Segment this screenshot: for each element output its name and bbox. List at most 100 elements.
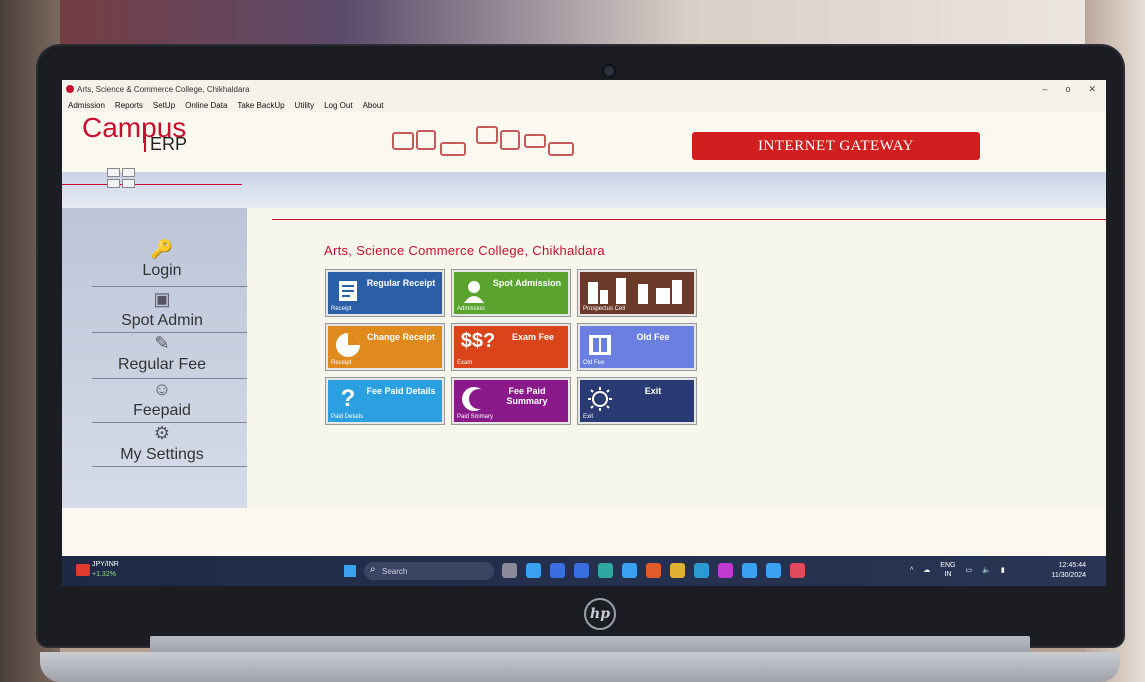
taskbar-app-icon[interactable] — [694, 563, 709, 578]
sidebar-item-feepaid[interactable]: ☺ Feepaid — [92, 378, 232, 422]
taskbar-app-icon[interactable] — [526, 563, 541, 578]
language-indicator[interactable]: ENG IN — [940, 561, 955, 579]
tile-title: Fee Paid Summary — [506, 386, 548, 406]
tile-change-receipt[interactable]: Change Receipt Receipt — [325, 323, 445, 371]
tile-title: Change Receipt — [366, 332, 435, 342]
taskbar-app-icon[interactable] — [646, 563, 661, 578]
taskbar-app-icon[interactable] — [550, 563, 565, 578]
decorative-boxes — [392, 120, 612, 160]
taskbar-clock[interactable]: 12:45:44 11/30/2024 — [1051, 561, 1086, 581]
taskbar-app-icon[interactable] — [718, 563, 733, 578]
taskbar-app-icon[interactable] — [574, 563, 589, 578]
tile-fee-paid-details[interactable]: ? Fee Paid Details Paid Details — [325, 377, 445, 425]
battery-icon[interactable]: ▮ — [1001, 566, 1005, 574]
tile-spot-admission[interactable]: Spot Admission Admission — [451, 269, 571, 317]
sidebar-item-spot-admin[interactable]: ▣ Spot Admin — [92, 288, 232, 332]
sidebar-item-login[interactable]: 🔑 Login — [92, 238, 232, 282]
person-icon — [460, 278, 488, 304]
taskbar: JPY/INR +1.32% Search ^ ☁ ENG IN ▭ 🔈 ▮ 1… — [62, 556, 1106, 586]
tile-exam-fee[interactable]: $$? Exam Fee Exam — [451, 323, 571, 371]
clock-date: 11/30/2024 — [1051, 572, 1086, 579]
tile-subtitle: Exam — [457, 360, 473, 366]
webcam-icon — [604, 66, 614, 76]
sun-icon — [586, 386, 614, 412]
taskbar-app-icon[interactable] — [766, 563, 781, 578]
title-bar: Arts, Science & Commerce College, Chikha… — [62, 80, 1106, 98]
sidebar-divider — [92, 466, 247, 467]
sidebar-item-my-settings[interactable]: ⚙ My Settings — [92, 422, 232, 466]
sidebar-item-label: Feepaid — [133, 402, 191, 419]
screen: Arts, Science & Commerce College, Chikha… — [62, 80, 1106, 586]
document-icon — [334, 278, 362, 304]
taskbar-search[interactable]: Search — [364, 562, 494, 580]
bar-chart-icon — [586, 278, 686, 304]
document-icon: ✎ — [154, 332, 170, 353]
tile-title: Regular Receipt — [366, 278, 436, 288]
menu-setup[interactable]: SetUp — [153, 101, 175, 110]
tile-subtitle: Admission — [457, 306, 485, 312]
network-icon[interactable]: ▭ — [965, 566, 972, 574]
laptop-base — [40, 652, 1120, 682]
menu-reports[interactable]: Reports — [115, 101, 143, 110]
tile-subtitle: Paid Smmary — [457, 414, 494, 420]
menu-log-out[interactable]: Log Out — [324, 101, 352, 110]
tile-title: Exit — [644, 386, 662, 396]
sidebar-item-label: My Settings — [120, 446, 204, 463]
sidebar: 🔑 Login ▣ Spot Admin ✎ Regular Fee ☺ Fee… — [62, 208, 247, 508]
menu-bar: Admission Reports SetUp Online Data Take… — [62, 98, 1106, 112]
language-code: ENG — [940, 562, 956, 569]
chevron-up-icon[interactable]: ^ — [910, 567, 913, 574]
menu-admission[interactable]: Admission — [68, 101, 105, 110]
tile-old-fee[interactable]: Old Fee Old Fee — [577, 323, 697, 371]
pie-icon — [334, 332, 362, 358]
sidebar-divider — [92, 286, 247, 287]
cloud-icon[interactable]: ☁ — [923, 566, 930, 574]
tile-subtitle: Old Fee — [583, 360, 605, 366]
dollar-icon: $$? — [460, 329, 496, 352]
menu-take-backup[interactable]: Take BackUp — [237, 101, 284, 110]
window-title: Arts, Science & Commerce College, Chikha… — [77, 84, 250, 94]
tile-subtitle: Receipt — [331, 360, 352, 366]
divider-line — [62, 184, 242, 185]
tile-title: Old Fee — [636, 332, 670, 342]
people-icon: ☺ — [152, 378, 172, 399]
volume-icon[interactable]: 🔈 — [982, 566, 991, 574]
clock-time: 12:45:44 — [1058, 562, 1086, 569]
tile-prospectus-cell[interactable]: Prospectus Cell — [577, 269, 697, 317]
menu-online-data[interactable]: Online Data — [185, 101, 227, 110]
tile-exit[interactable]: Exit Exit — [577, 377, 697, 425]
windows-start-icon[interactable] — [344, 565, 356, 577]
stock-change: +1.32% — [92, 571, 116, 578]
logo-erp: ERP — [143, 126, 188, 154]
tile-title: Fee Paid Details — [366, 386, 436, 396]
sidebar-item-label: Regular Fee — [117, 356, 207, 373]
taskbar-app-icon[interactable] — [790, 563, 805, 578]
taskbar-app-icon[interactable] — [622, 563, 637, 578]
key-icon: 🔑 — [150, 238, 174, 259]
tile-subtitle: Prospectus Cell — [583, 306, 626, 312]
tile-title: Spot Admission — [492, 278, 562, 288]
book-icon — [586, 332, 614, 358]
internet-gateway-banner[interactable]: INTERNET GATEWAY — [692, 132, 980, 160]
window-controls: – o ✕ — [1042, 84, 1106, 95]
taskbar-app-icon[interactable] — [598, 563, 613, 578]
tile-regular-receipt[interactable]: Regular Receipt Receipt — [325, 269, 445, 317]
menu-utility[interactable]: Utility — [295, 101, 315, 110]
maximize-button[interactable]: o — [1065, 84, 1070, 95]
stock-symbol: JPY/INR — [92, 561, 119, 568]
hp-logo: hp — [584, 598, 616, 630]
sidebar-item-regular-fee[interactable]: ✎ Regular Fee — [92, 332, 232, 376]
close-button[interactable]: ✕ — [1088, 84, 1096, 95]
taskbar-app-icon[interactable] — [502, 563, 517, 578]
stock-widget[interactable]: JPY/INR +1.32% — [92, 560, 119, 580]
divider-line — [272, 219, 1106, 220]
taskbar-app-icon[interactable] — [742, 563, 757, 578]
taskbar-apps — [502, 563, 805, 578]
system-tray: ^ ☁ ENG IN ▭ 🔈 ▮ — [910, 561, 1005, 579]
tile-subtitle: Exit — [583, 414, 594, 420]
menu-about[interactable]: About — [363, 101, 384, 110]
college-title: Arts, Science Commerce College, Chikhald… — [324, 243, 605, 258]
taskbar-app-icon[interactable] — [670, 563, 685, 578]
minimize-button[interactable]: – — [1042, 84, 1047, 95]
tile-fee-paid-summary[interactable]: Fee Paid Summary Paid Smmary — [451, 377, 571, 425]
